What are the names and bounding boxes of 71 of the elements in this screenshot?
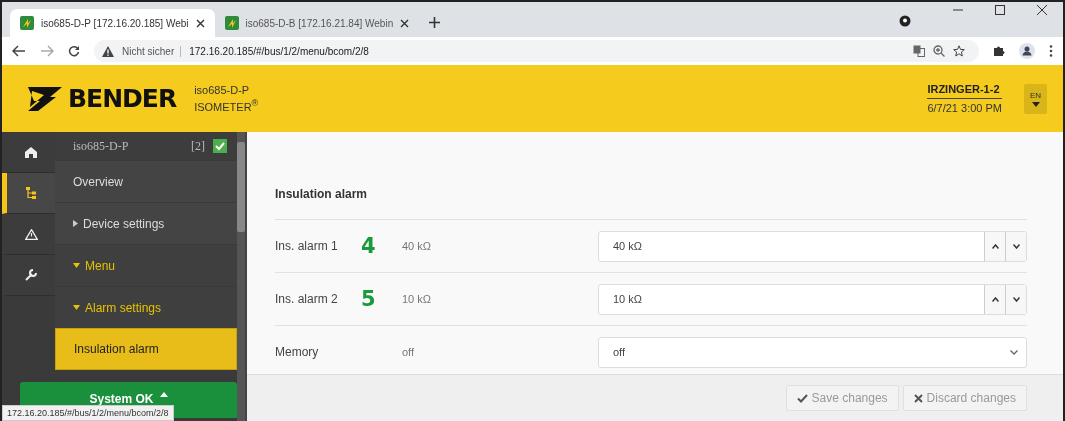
caret-down-icon <box>1012 243 1020 249</box>
profile-icon[interactable] <box>1019 43 1035 59</box>
link-url-tooltip: 172.16.20.185/#/bus/1/2/menu/bcom/2/8 <box>2 405 174 421</box>
nav-item[interactable]: Insulation alarm <box>55 328 237 370</box>
caret-up-icon <box>991 296 999 302</box>
lightning-logo-icon <box>20 16 34 30</box>
device-address: [2] <box>191 138 205 154</box>
setting-label: Ins. alarm 1 <box>275 239 339 253</box>
chevron-down-icon <box>1010 349 1018 355</box>
increment-button[interactable] <box>984 231 1005 261</box>
location-pin-icon[interactable] <box>899 15 911 27</box>
caret-down-icon <box>73 305 80 310</box>
select-dropdown[interactable]: off <box>598 336 1027 368</box>
check-icon <box>796 393 808 403</box>
tree-structure-icon <box>26 187 36 199</box>
new-tab-icon[interactable] <box>429 17 441 28</box>
current-value: off <box>402 346 416 358</box>
caret-up-icon <box>991 243 999 249</box>
wrench-icon <box>25 269 37 281</box>
caret-right-icon <box>73 220 78 227</box>
url-text: 172.16.20.185/#/bus/1/2/menu/bcom/2/8 <box>189 45 369 57</box>
lightning-logo-icon <box>224 16 239 30</box>
number-input[interactable]: 40 kΩ <box>598 230 1027 262</box>
close-icon[interactable] <box>400 18 410 28</box>
caret-down-icon <box>1012 296 1020 302</box>
rail-tab[interactable] <box>2 173 55 214</box>
caret-icon <box>1031 101 1040 107</box>
location-name[interactable]: IRZINGER-1-2 <box>927 83 1002 99</box>
more-icon[interactable] <box>1049 45 1053 57</box>
device-type: ISOMETER$^{®}$ <box>194 96 259 114</box>
cross-icon <box>913 393 923 403</box>
reload-icon[interactable] <box>68 45 80 57</box>
increment-button[interactable] <box>984 284 1005 314</box>
close-icon[interactable] <box>1036 4 1048 16</box>
language-dropdown[interactable]: EN <box>1024 83 1047 114</box>
lightning-logo-icon <box>28 86 62 111</box>
decrement-button[interactable] <box>1005 231 1026 261</box>
setting-label: Ins. alarm 2 <box>275 292 339 306</box>
scrollbar-track[interactable] <box>237 132 245 421</box>
device-name: iso685-D-P <box>194 83 251 97</box>
brand-name: BENDER <box>68 84 177 113</box>
caret-up-icon <box>159 392 168 397</box>
zoom-icon[interactable] <box>933 45 945 57</box>
back-arrow-icon[interactable] <box>12 45 26 57</box>
current-value: 40 kΩ <box>402 240 432 252</box>
device-item[interactable]: iso685-D-P [2] <box>55 132 237 160</box>
current-value: 10 kΩ <box>402 293 432 305</box>
star-icon[interactable] <box>953 45 965 57</box>
callout-number: 4 <box>361 234 377 258</box>
home-icon <box>25 146 37 158</box>
translate-icon[interactable] <box>913 45 925 57</box>
security-label: Nicht sicher <box>122 45 182 57</box>
scrollbar-thumb[interactable] <box>237 142 245 232</box>
browser-tab[interactable]: iso685-D-P [172.16.20.185] Webi <box>10 9 215 37</box>
browser-tab[interactable]: iso685-D-B [172.16.21.84] Webin <box>214 9 420 37</box>
setting-label: Memory <box>275 345 320 359</box>
nav-item[interactable]: Menu <box>55 244 237 286</box>
device-name: iso685-D-P <box>73 138 129 154</box>
address-bar[interactable]: Nicht sicher 172.16.20.185/#/bus/1/2/menu/bcom/2/8 <box>94 40 979 62</box>
number-input[interactable]: 10 kΩ <box>598 283 1027 315</box>
callout-number: 5 <box>361 287 377 311</box>
nav-item[interactable]: Alarm settings <box>55 286 237 328</box>
decrement-button[interactable] <box>1005 284 1026 314</box>
close-icon[interactable] <box>195 18 205 28</box>
warning-icon <box>24 228 38 240</box>
date-time: 6/7/21 3:00 PM <box>927 102 1002 114</box>
caret-down-icon <box>73 263 80 268</box>
section-title: Insulation alarm <box>275 187 1027 220</box>
maximize-icon[interactable] <box>994 4 1006 16</box>
warning-icon <box>102 45 114 57</box>
puzzle-icon[interactable] <box>993 45 1005 57</box>
